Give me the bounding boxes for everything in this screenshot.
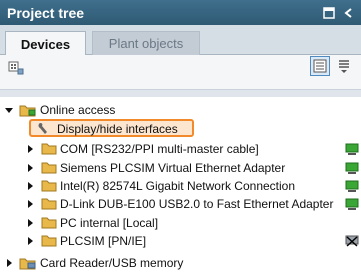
panel-title-bar: Project tree	[0, 0, 361, 25]
tree-item-interface[interactable]: COM [RS232/PPI multi-master cable]	[0, 140, 361, 158]
tree-item-interface[interactable]: D-Link DUB-E100 USB2.0 to Fast Ethernet …	[0, 195, 361, 213]
tree-item-interface[interactable]: Siemens PLCSIM Virtual Ethernet Adapter	[0, 159, 361, 177]
tree-options-icon[interactable]	[336, 58, 352, 74]
interface-folder-icon	[41, 198, 57, 210]
network-status-icon	[345, 142, 359, 156]
tree-item-label: Card Reader/USB memory	[40, 256, 184, 270]
network-disconnected-icon	[345, 234, 359, 248]
tab-bar: Devices Plant objects	[0, 25, 361, 56]
expand-arrow-icon[interactable]	[28, 164, 33, 172]
tree-header-divider	[0, 90, 361, 97]
network-status-icon	[345, 161, 359, 175]
interface-folder-icon	[41, 162, 57, 174]
expand-arrow-icon[interactable]	[28, 219, 33, 227]
collapse-panel-icon[interactable]	[340, 4, 357, 21]
tab-plant-objects[interactable]: Plant objects	[92, 31, 200, 55]
online-access-folder-icon	[19, 104, 36, 117]
interface-folder-icon	[41, 143, 57, 155]
network-status-icon	[345, 197, 359, 211]
interface-label: Siemens PLCSIM Virtual Ethernet Adapter	[60, 161, 286, 175]
device-overview-icon[interactable]	[8, 60, 24, 76]
network-status-icon	[345, 179, 359, 193]
display-hide-interfaces-item[interactable]: Display/hide interfaces	[29, 119, 194, 137]
interface-folder-icon	[41, 217, 57, 229]
interface-label: PC internal [Local]	[60, 216, 159, 230]
card-reader-folder-icon	[19, 257, 36, 270]
interface-label: Intel(R) 82574L Gigabit Network Connecti…	[60, 179, 296, 193]
tree-item-online-access[interactable]: Online access	[0, 101, 361, 119]
expand-arrow-icon[interactable]	[28, 237, 33, 245]
interface-label: PLCSIM [PN/IE]	[60, 234, 147, 248]
expand-arrow-icon[interactable]	[28, 182, 33, 190]
expand-arrow-icon[interactable]	[7, 259, 12, 267]
display-hide-interfaces-label: Display/hide interfaces	[57, 122, 178, 136]
tree-item-label: Online access	[40, 103, 116, 117]
tree-item-interface[interactable]: Intel(R) 82574L Gigabit Network Connecti…	[0, 177, 361, 195]
pin-icon[interactable]	[320, 4, 337, 21]
tree-item-card-reader[interactable]: Card Reader/USB memory	[0, 254, 361, 272]
interface-label: D-Link DUB-E100 USB2.0 to Fast Ethernet …	[60, 197, 334, 211]
wrench-icon	[37, 122, 50, 138]
interface-folder-icon	[41, 235, 57, 247]
interface-label: COM [RS232/PPI multi-master cable]	[60, 142, 259, 156]
tab-devices[interactable]: Devices	[5, 31, 86, 56]
tree-item-interface[interactable]: PC internal [Local]	[0, 214, 361, 232]
overview-view-icon[interactable]	[310, 56, 330, 76]
expand-arrow-icon[interactable]	[5, 108, 13, 113]
tree-item-interface[interactable]: PLCSIM [PN/IE]	[0, 232, 361, 250]
panel-title: Project tree	[7, 4, 85, 21]
interface-folder-icon	[41, 180, 57, 192]
toolbar	[0, 55, 361, 89]
expand-arrow-icon[interactable]	[28, 200, 33, 208]
expand-arrow-icon[interactable]	[28, 145, 33, 153]
